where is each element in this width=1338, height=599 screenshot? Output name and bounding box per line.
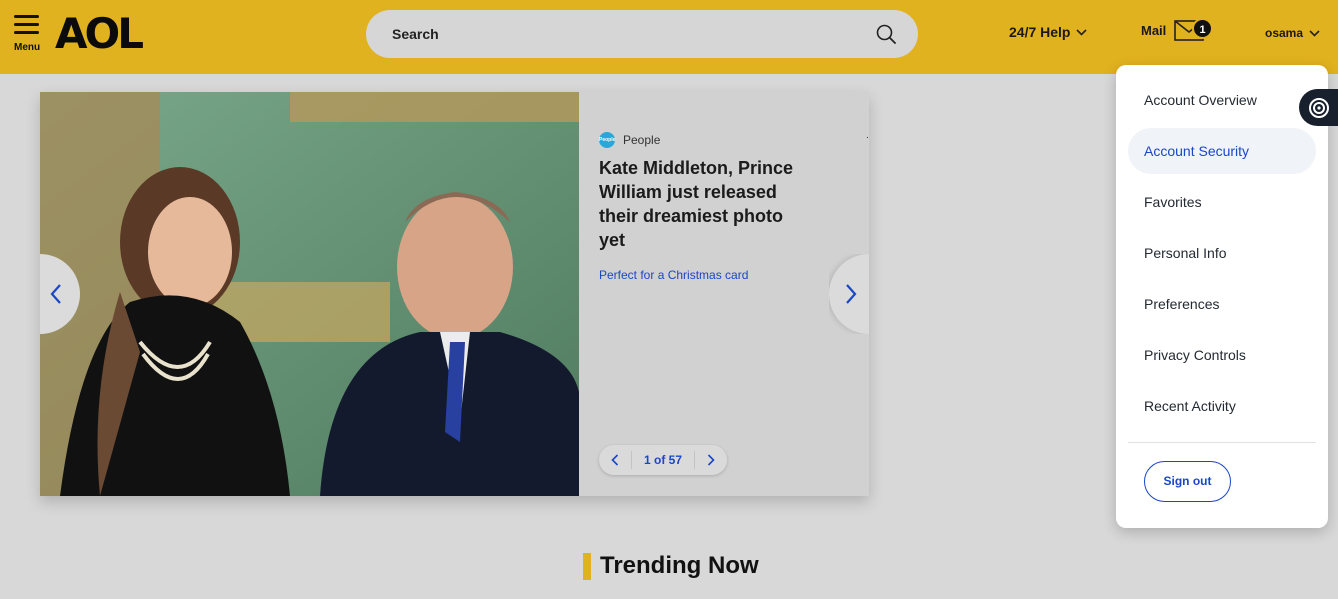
menu-item-privacy-controls[interactable]: Privacy Controls xyxy=(1128,332,1316,378)
story-card[interactable]: People People Kate Middleton, Prince Wil… xyxy=(579,92,869,496)
chevron-right-icon xyxy=(846,284,857,304)
search-bar xyxy=(366,10,918,58)
pager-prev-button[interactable] xyxy=(599,445,631,475)
account-dropdown-menu: Account Overview Account Security Favori… xyxy=(1116,65,1328,528)
menu-button[interactable]: Menu xyxy=(13,15,43,55)
carousel-prev-button[interactable] xyxy=(40,254,80,334)
pager-next-button[interactable] xyxy=(695,445,727,475)
mail-count-badge: 1 xyxy=(1192,18,1213,39)
menu-item-account-security[interactable]: Account Security xyxy=(1128,128,1316,174)
search-icon[interactable] xyxy=(876,24,896,44)
user-menu-button[interactable]: osama xyxy=(1265,26,1320,40)
chevron-left-icon xyxy=(611,454,619,466)
sign-out-button[interactable]: Sign out xyxy=(1144,461,1231,502)
story-source: People People xyxy=(599,132,660,148)
trending-title: Trending Now xyxy=(600,552,759,579)
story-subhead-link[interactable]: Perfect for a Christmas card xyxy=(599,268,748,282)
mail-label: Mail xyxy=(1141,22,1167,38)
hamburger-icon xyxy=(13,15,43,34)
source-name: People xyxy=(623,133,661,147)
chevron-right-icon xyxy=(707,454,715,466)
carousel-next-button[interactable] xyxy=(829,254,869,334)
menu-divider xyxy=(1128,442,1316,443)
hero-image[interactable] xyxy=(40,92,579,496)
trending-accent-bar xyxy=(583,552,591,580)
search-input[interactable] xyxy=(366,10,856,58)
news-carousel: People People Kate Middleton, Prince Wil… xyxy=(40,92,869,496)
partial-text: . xyxy=(866,130,869,141)
username-label: osama xyxy=(1265,26,1304,40)
side-widget-button[interactable] xyxy=(1299,89,1338,126)
chevron-down-icon xyxy=(1076,28,1088,36)
pager-count: 1 of 57 xyxy=(631,451,695,469)
chevron-left-icon xyxy=(50,284,61,304)
trending-section-header: Trending Now xyxy=(583,552,759,580)
help-dropdown[interactable]: 24/7 Help xyxy=(1009,24,1088,40)
people-logo-icon: People xyxy=(599,132,615,148)
top-header: Menu AOL 24/7 Help Mail 1 osama xyxy=(0,0,1338,74)
help-label: 24/7 Help xyxy=(1009,24,1071,40)
target-icon xyxy=(1309,98,1329,118)
menu-item-personal-info[interactable]: Personal Info xyxy=(1128,230,1316,276)
menu-item-favorites[interactable]: Favorites xyxy=(1128,179,1316,225)
chevron-down-icon xyxy=(1309,29,1320,37)
menu-item-account-overview[interactable]: Account Overview xyxy=(1128,77,1316,123)
story-headline[interactable]: Kate Middleton, Prince William just rele… xyxy=(599,156,799,252)
menu-item-preferences[interactable]: Preferences xyxy=(1128,281,1316,327)
menu-label: Menu xyxy=(14,42,41,53)
menu-item-recent-activity[interactable]: Recent Activity xyxy=(1128,383,1316,429)
carousel-pager: 1 of 57 xyxy=(599,445,727,475)
aol-logo[interactable]: AOL xyxy=(55,10,144,58)
